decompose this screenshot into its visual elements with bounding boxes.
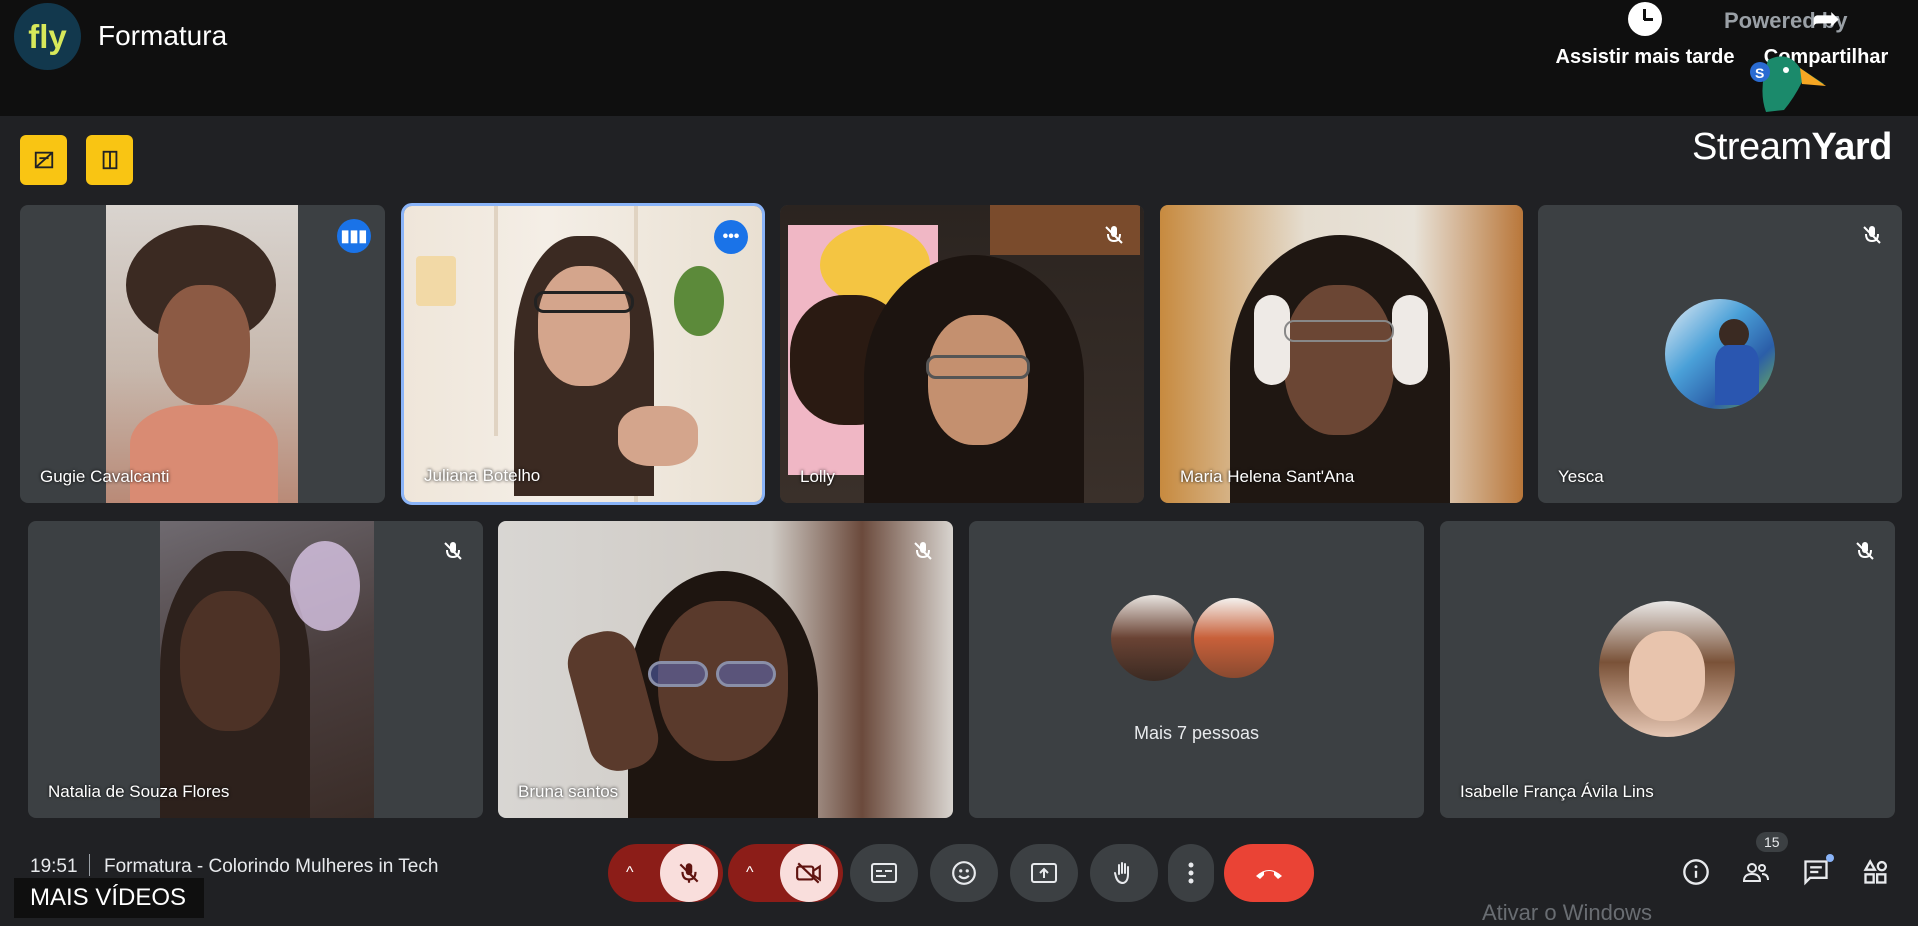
- participant-video: [1160, 205, 1523, 503]
- mic-off-icon: [1856, 542, 1874, 560]
- meeting-info-button[interactable]: [1678, 854, 1714, 890]
- mic-off-icon: [444, 542, 462, 560]
- mic-off-icon: [914, 542, 932, 560]
- speaking-indicator-icon: ▮▮▮: [337, 219, 371, 253]
- more-people-label: Mais 7 pessoas: [1133, 723, 1260, 743]
- participant-avatar: [1111, 595, 1197, 681]
- leave-door-button[interactable]: [86, 135, 133, 185]
- info-icon: [1683, 859, 1709, 885]
- video-title[interactable]: Formatura: [98, 20, 227, 52]
- participant-video: [106, 205, 298, 503]
- activities-icon: [1863, 859, 1888, 884]
- watch-later-button[interactable]: Assistir mais tarde: [1550, 2, 1740, 69]
- present-screen-icon: [1031, 863, 1057, 883]
- more-options-icon[interactable]: •••: [714, 220, 748, 254]
- chevron-up-icon: ^: [746, 864, 754, 881]
- participant-tile[interactable]: Bruna santos: [498, 521, 953, 818]
- meeting-clock: 19:51: [30, 856, 78, 877]
- watch-later-label: Assistir mais tarde: [1555, 46, 1735, 68]
- mic-off-icon: [1863, 226, 1881, 244]
- participant-name: Gugie Cavalcanti: [40, 467, 170, 486]
- participant-video: [498, 521, 953, 818]
- emoji-icon: [952, 861, 976, 885]
- hide-tiles-button[interactable]: [20, 135, 67, 185]
- streamyard-logo: StreamYard: [1692, 126, 1892, 168]
- participant-video: [404, 206, 762, 502]
- chevron-up-icon: ^: [626, 864, 634, 881]
- participant-tile[interactable]: Maria Helena Sant'Ana: [1160, 205, 1523, 503]
- door-icon: [102, 150, 117, 170]
- notification-dot: [1826, 854, 1834, 862]
- more-videos-button[interactable]: MAIS VÍDEOS: [14, 878, 205, 918]
- captions-button[interactable]: [850, 844, 918, 902]
- participant-avatar: [1599, 601, 1735, 737]
- participant-avatar: [1665, 299, 1775, 409]
- participant-tile[interactable]: ▮▮▮ Gugie Cavalcanti: [20, 205, 385, 503]
- participant-name: Bruna santos: [518, 782, 619, 801]
- mic-off-icon: [1105, 226, 1123, 244]
- svg-text:S: S: [1755, 65, 1764, 81]
- participant-tile-active[interactable]: ••• Juliana Botelho: [401, 203, 765, 505]
- raise-hand-icon: [1114, 862, 1129, 885]
- hang-up-button[interactable]: [1224, 844, 1314, 902]
- participant-avatar: [1191, 595, 1277, 681]
- participant-tile[interactable]: Isabelle França Ávila Lins: [1440, 521, 1895, 818]
- participant-tile[interactable]: Lolly: [780, 205, 1144, 503]
- share-arrow-icon: ➦: [1811, 0, 1841, 38]
- more-participants-tile[interactable]: Mais 7 pessoas: [969, 521, 1424, 818]
- participant-tile[interactable]: Natalia de Souza Flores: [28, 521, 483, 818]
- present-screen-button[interactable]: [1010, 844, 1078, 902]
- people-icon: [1742, 863, 1769, 882]
- channel-logo[interactable]: fly: [14, 3, 81, 70]
- toggle-mic-button[interactable]: [660, 844, 718, 902]
- raise-hand-button[interactable]: [1090, 844, 1158, 902]
- activities-button[interactable]: [1858, 854, 1894, 890]
- camera-off-icon: [796, 862, 821, 884]
- meeting-title: Formatura - Colorindo Mulheres in Tech: [104, 856, 439, 877]
- participants-count-badge: 15: [1756, 832, 1788, 852]
- participant-video: [780, 205, 1144, 503]
- clock-icon: [1628, 2, 1662, 36]
- mic-off-icon: [679, 863, 699, 883]
- more-options-button[interactable]: [1168, 844, 1214, 902]
- youtube-top-bar: fly Formatura Assistir mais tarde Powere…: [0, 0, 1918, 116]
- participant-name: Natalia de Souza Flores: [48, 782, 230, 801]
- participant-name: Yesca: [1558, 467, 1604, 486]
- participant-name: Isabelle França Ávila Lins: [1460, 782, 1654, 801]
- more-vertical-icon: [1188, 862, 1194, 884]
- windows-activation-watermark: Ativar o Windows: [1482, 900, 1652, 925]
- toggle-camera-button[interactable]: [780, 844, 838, 902]
- captions-icon: [871, 863, 897, 883]
- participant-name: Juliana Botelho: [424, 466, 541, 485]
- participant-name: Lolly: [800, 467, 835, 486]
- chat-button[interactable]: [1798, 854, 1834, 890]
- hang-up-icon: [1256, 870, 1282, 879]
- streamyard-mascot-icon: S: [1750, 56, 1826, 112]
- divider: [89, 854, 90, 876]
- people-button[interactable]: [1738, 854, 1774, 890]
- no-image-icon: [34, 151, 53, 169]
- reactions-button[interactable]: [930, 844, 998, 902]
- participant-name: Maria Helena Sant'Ana: [1180, 467, 1355, 486]
- participant-video: [160, 521, 374, 818]
- chat-icon: [1804, 860, 1828, 886]
- participant-tile[interactable]: Yesca: [1538, 205, 1902, 503]
